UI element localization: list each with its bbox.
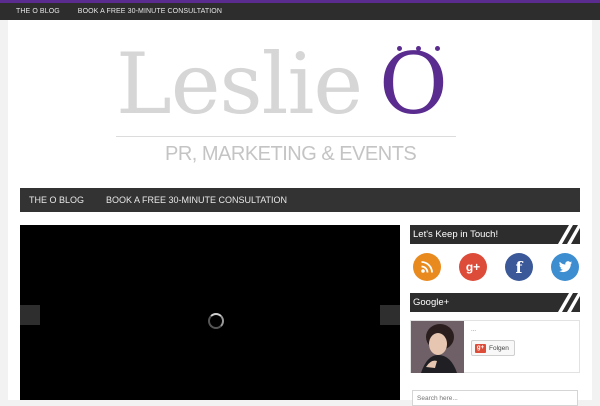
top-nav-the-o-blog[interactable]: THE O BLOG	[16, 8, 60, 15]
video-slider[interactable]	[20, 225, 400, 400]
google-plus-glyph: g+	[465, 260, 481, 274]
twitter-icon[interactable]	[551, 253, 579, 281]
logo-divider	[116, 136, 456, 137]
logo-tagline: PR, MARKETING & EVENTS	[165, 143, 417, 165]
loading-spinner-icon	[208, 313, 224, 329]
logo-name-text: Leslie	[116, 35, 363, 133]
slider-next-button[interactable]	[380, 305, 400, 325]
search-input[interactable]	[412, 390, 578, 406]
logo-o-letter: O	[379, 35, 448, 133]
main-navigation: THE O BLOG BOOK A FREE 30-MINUTE CONSULT…	[20, 188, 580, 212]
follow-button-label: Folgen	[489, 344, 509, 352]
top-nav-book-consultation[interactable]: BOOK A FREE 30-MINUTE CONSULTATION	[78, 8, 222, 15]
social-icons-row: g+ f	[412, 253, 580, 283]
profile-name: ...	[471, 327, 477, 333]
widget-title-google-plus: Google+	[413, 297, 450, 308]
stripes-decoration	[558, 225, 580, 244]
google-plus-icon[interactable]: g+	[459, 253, 487, 281]
logo-umlaut-dots	[396, 46, 446, 52]
main-nav-book-consultation[interactable]: BOOK A FREE 30-MINUTE CONSULTATION	[106, 195, 287, 205]
top-navigation: THE O BLOG BOOK A FREE 30-MINUTE CONSULT…	[0, 3, 600, 20]
page-container: Leslie O PR, MARKETING & EVENTS THE O BL…	[8, 20, 592, 406]
widget-header-keep-in-touch: Let's Keep in Touch!	[410, 225, 580, 244]
site-logo[interactable]: Leslie O PR, MARKETING & EVENTS	[116, 42, 456, 192]
google-plus-badge-icon: g+	[475, 343, 486, 353]
google-plus-profile-card: ... g+ Folgen	[410, 320, 580, 373]
slider-prev-button[interactable]	[20, 305, 40, 325]
stripes-decoration	[558, 293, 580, 312]
profile-avatar[interactable]	[411, 321, 464, 373]
widget-header-google-plus: Google+	[410, 293, 580, 312]
widget-title-keep-in-touch: Let's Keep in Touch!	[413, 229, 499, 240]
rss-icon[interactable]	[413, 253, 441, 281]
facebook-icon[interactable]: f	[505, 253, 533, 281]
main-nav-the-o-blog[interactable]: THE O BLOG	[29, 195, 84, 205]
follow-button[interactable]: g+ Folgen	[471, 340, 515, 356]
